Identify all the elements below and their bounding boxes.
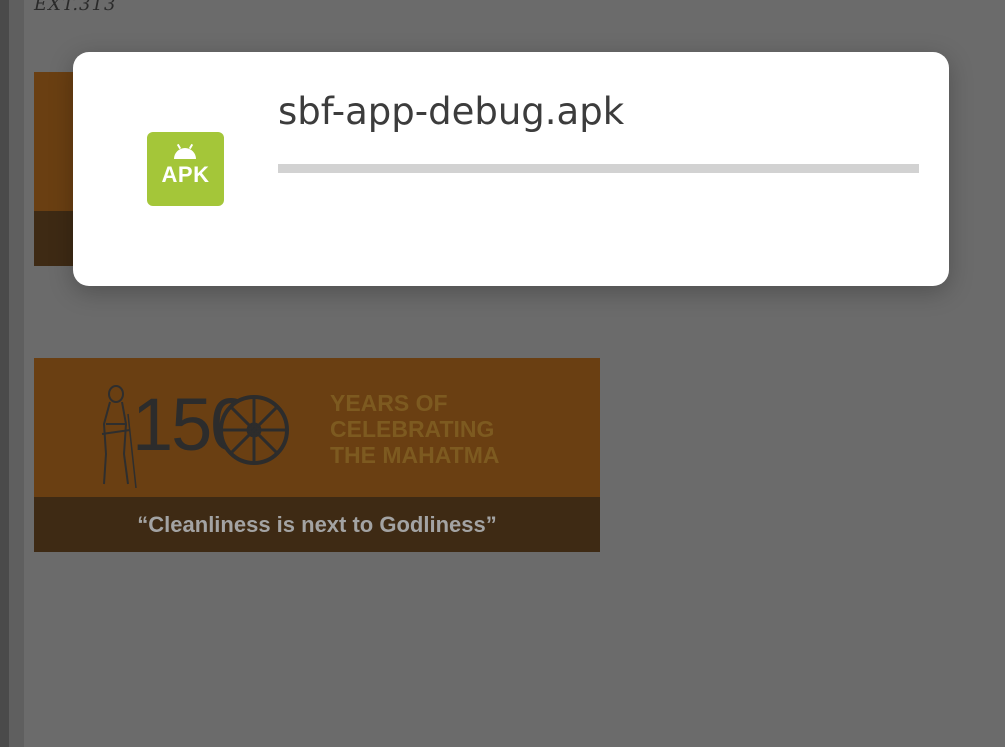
download-progress-bar (278, 164, 919, 173)
screen-left-border (9, 0, 24, 747)
banner-headline-line: YEARS OF (330, 390, 448, 416)
apk-icon-label: APK (161, 162, 210, 187)
charkha-wheel-icon (219, 395, 289, 465)
banner-headline-line: CELEBRATING (330, 416, 495, 442)
android-icon (174, 148, 196, 159)
file-name: sbf-app-debug.apk (278, 90, 625, 133)
apk-file-icon: APK (147, 132, 224, 206)
banner-headline: YEARS OF CELEBRATING THE MAHATMA (330, 390, 500, 468)
page-top-text: EXT.313 (34, 0, 117, 15)
mahatma-banner: 150 YEARS OF CELEBRATING THE MAHATMA “Cl… (34, 358, 600, 552)
banner-headline-line: THE MAHATMA (330, 442, 500, 468)
banner-quote: “Cleanliness is next to Godliness” (137, 512, 497, 537)
download-dialog[interactable]: APK sbf-app-debug.apk (73, 52, 949, 286)
screen-left-edge (0, 0, 9, 747)
